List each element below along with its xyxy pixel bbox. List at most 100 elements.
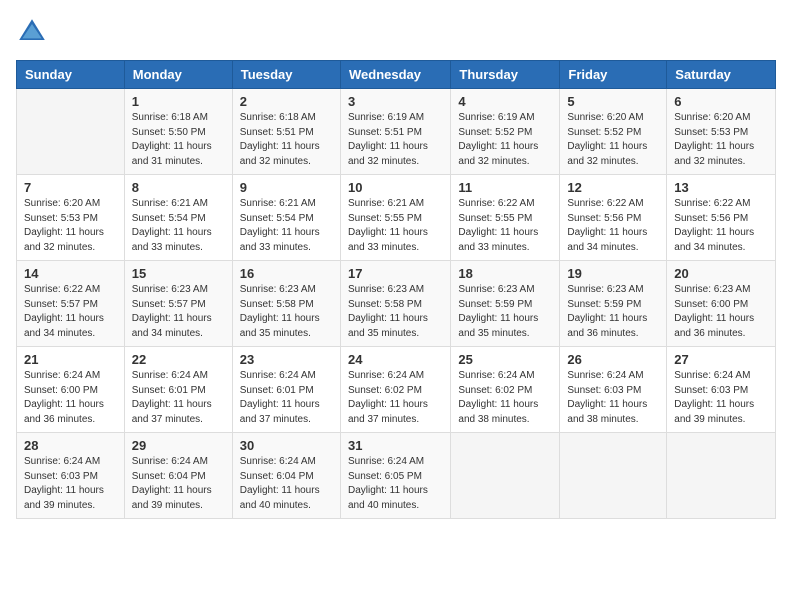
calendar-cell: 17 Sunrise: 6:23 AMSunset: 5:58 PMDayligh… <box>340 261 450 347</box>
day-number: 1 <box>132 94 225 109</box>
day-info: Sunrise: 6:23 AMSunset: 5:59 PMDaylight:… <box>458 283 552 341</box>
calendar-cell: 21 Sunrise: 6:24 AMSunset: 6:00 PMDayligh… <box>17 347 125 433</box>
calendar-cell: 28 Sunrise: 6:24 AMSunset: 6:03 PMDayligh… <box>17 433 125 519</box>
calendar-cell: 24Sunrise: 6:24 AMSunset: 6:02 PMDayligh… <box>340 347 450 433</box>
calendar-week-row: 21 Sunrise: 6:24 AMSunset: 6:00 PMDayligh… <box>17 347 776 433</box>
day-info: Sunrise: 6:24 AMSunset: 6:01 PMDaylight:… <box>240 369 333 427</box>
page-header <box>16 16 776 48</box>
calendar-cell: 13 Sunrise: 6:22 AMSunset: 5:56 PMDayligh… <box>667 175 776 261</box>
day-number: 14 <box>24 266 117 281</box>
calendar-week-row: 14 Sunrise: 6:22 AMSunset: 5:57 PMDayligh… <box>17 261 776 347</box>
day-info: Sunrise: 6:19 AMSunset: 5:51 PMDaylight:… <box>348 111 443 169</box>
calendar-cell <box>451 433 560 519</box>
day-info: Sunrise: 6:22 AMSunset: 5:56 PMDaylight:… <box>567 197 659 255</box>
day-number: 4 <box>458 94 552 109</box>
calendar-cell: 3 Sunrise: 6:19 AMSunset: 5:51 PMDaylight… <box>340 89 450 175</box>
day-info: Sunrise: 6:23 AMSunset: 5:59 PMDaylight:… <box>567 283 659 341</box>
day-info: Sunrise: 6:23 AMSunset: 5:58 PMDaylight:… <box>348 283 443 341</box>
logo-icon <box>16 16 48 48</box>
day-info: Sunrise: 6:21 AMSunset: 5:54 PMDaylight:… <box>132 197 225 255</box>
day-info: Sunrise: 6:18 AMSunset: 5:50 PMDaylight:… <box>132 111 225 169</box>
calendar-week-row: 28 Sunrise: 6:24 AMSunset: 6:03 PMDayligh… <box>17 433 776 519</box>
day-info: Sunrise: 6:22 AMSunset: 5:56 PMDaylight:… <box>674 197 768 255</box>
calendar-cell: 27 Sunrise: 6:24 AMSunset: 6:03 PMDayligh… <box>667 347 776 433</box>
calendar-cell: 14 Sunrise: 6:22 AMSunset: 5:57 PMDayligh… <box>17 261 125 347</box>
day-number: 24 <box>348 352 443 367</box>
day-info: Sunrise: 6:24 AMSunset: 6:03 PMDaylight:… <box>567 369 659 427</box>
calendar-cell: 15Sunrise: 6:23 AMSunset: 5:57 PMDayligh… <box>124 261 232 347</box>
calendar-cell: 8 Sunrise: 6:21 AMSunset: 5:54 PMDaylight… <box>124 175 232 261</box>
calendar-cell: 22 Sunrise: 6:24 AMSunset: 6:01 PMDayligh… <box>124 347 232 433</box>
calendar-week-row: 7Sunrise: 6:20 AMSunset: 5:53 PMDaylight… <box>17 175 776 261</box>
day-info: Sunrise: 6:18 AMSunset: 5:51 PMDaylight:… <box>240 111 333 169</box>
calendar-cell: 18 Sunrise: 6:23 AMSunset: 5:59 PMDayligh… <box>451 261 560 347</box>
day-info: Sunrise: 6:24 AMSunset: 6:03 PMDaylight:… <box>24 455 117 513</box>
column-header-saturday: Saturday <box>667 61 776 89</box>
day-number: 22 <box>132 352 225 367</box>
calendar-cell: 7Sunrise: 6:20 AMSunset: 5:53 PMDaylight… <box>17 175 125 261</box>
day-number: 30 <box>240 438 333 453</box>
calendar-cell: 19 Sunrise: 6:23 AMSunset: 5:59 PMDayligh… <box>560 261 667 347</box>
calendar-cell: 9Sunrise: 6:21 AMSunset: 5:54 PMDaylight… <box>232 175 340 261</box>
day-number: 10 <box>348 180 443 195</box>
calendar-cell: 25 Sunrise: 6:24 AMSunset: 6:02 PMDayligh… <box>451 347 560 433</box>
day-info: Sunrise: 6:24 AMSunset: 6:00 PMDaylight:… <box>24 369 117 427</box>
calendar-cell: 2 Sunrise: 6:18 AMSunset: 5:51 PMDaylight… <box>232 89 340 175</box>
calendar-cell: 26Sunrise: 6:24 AMSunset: 6:03 PMDayligh… <box>560 347 667 433</box>
calendar-cell: 31 Sunrise: 6:24 AMSunset: 6:05 PMDayligh… <box>340 433 450 519</box>
calendar-cell: 6 Sunrise: 6:20 AMSunset: 5:53 PMDaylight… <box>667 89 776 175</box>
column-header-friday: Friday <box>560 61 667 89</box>
calendar-cell: 30 Sunrise: 6:24 AMSunset: 6:04 PMDayligh… <box>232 433 340 519</box>
calendar-cell: 12 Sunrise: 6:22 AMSunset: 5:56 PMDayligh… <box>560 175 667 261</box>
day-number: 19 <box>567 266 659 281</box>
day-number: 8 <box>132 180 225 195</box>
calendar-cell: 11Sunrise: 6:22 AMSunset: 5:55 PMDayligh… <box>451 175 560 261</box>
day-info: Sunrise: 6:24 AMSunset: 6:01 PMDaylight:… <box>132 369 225 427</box>
day-info: Sunrise: 6:24 AMSunset: 6:05 PMDaylight:… <box>348 455 443 513</box>
day-number: 13 <box>674 180 768 195</box>
calendar-cell: 4Sunrise: 6:19 AMSunset: 5:52 PMDaylight… <box>451 89 560 175</box>
column-header-tuesday: Tuesday <box>232 61 340 89</box>
calendar-cell: 29 Sunrise: 6:24 AMSunset: 6:04 PMDayligh… <box>124 433 232 519</box>
day-info: Sunrise: 6:20 AMSunset: 5:53 PMDaylight:… <box>674 111 768 169</box>
calendar-cell: 16Sunrise: 6:23 AMSunset: 5:58 PMDayligh… <box>232 261 340 347</box>
day-number: 6 <box>674 94 768 109</box>
day-info: Sunrise: 6:22 AMSunset: 5:57 PMDaylight:… <box>24 283 117 341</box>
day-info: Sunrise: 6:20 AMSunset: 5:52 PMDaylight:… <box>567 111 659 169</box>
day-info: Sunrise: 6:24 AMSunset: 6:02 PMDaylight:… <box>458 369 552 427</box>
day-number: 27 <box>674 352 768 367</box>
day-number: 23 <box>240 352 333 367</box>
calendar-cell: 23 Sunrise: 6:24 AMSunset: 6:01 PMDayligh… <box>232 347 340 433</box>
day-number: 11 <box>458 180 552 195</box>
day-info: Sunrise: 6:20 AMSunset: 5:53 PMDaylight:… <box>24 197 117 255</box>
column-header-monday: Monday <box>124 61 232 89</box>
day-number: 5 <box>567 94 659 109</box>
day-number: 29 <box>132 438 225 453</box>
column-header-thursday: Thursday <box>451 61 560 89</box>
day-info: Sunrise: 6:21 AMSunset: 5:55 PMDaylight:… <box>348 197 443 255</box>
day-number: 18 <box>458 266 552 281</box>
day-info: Sunrise: 6:24 AMSunset: 6:04 PMDaylight:… <box>240 455 333 513</box>
day-info: Sunrise: 6:23 AMSunset: 6:00 PMDaylight:… <box>674 283 768 341</box>
calendar-header-row: SundayMondayTuesdayWednesdayThursdayFrid… <box>17 61 776 89</box>
column-header-wednesday: Wednesday <box>340 61 450 89</box>
calendar-table: SundayMondayTuesdayWednesdayThursdayFrid… <box>16 60 776 519</box>
day-info: Sunrise: 6:23 AMSunset: 5:57 PMDaylight:… <box>132 283 225 341</box>
calendar-cell <box>667 433 776 519</box>
day-number: 21 <box>24 352 117 367</box>
day-number: 2 <box>240 94 333 109</box>
day-number: 9 <box>240 180 333 195</box>
day-number: 20 <box>674 266 768 281</box>
calendar-cell: 20 Sunrise: 6:23 AMSunset: 6:00 PMDayligh… <box>667 261 776 347</box>
day-info: Sunrise: 6:24 AMSunset: 6:04 PMDaylight:… <box>132 455 225 513</box>
calendar-cell <box>560 433 667 519</box>
day-number: 17 <box>348 266 443 281</box>
calendar-cell <box>17 89 125 175</box>
day-info: Sunrise: 6:24 AMSunset: 6:03 PMDaylight:… <box>674 369 768 427</box>
day-number: 28 <box>24 438 117 453</box>
day-info: Sunrise: 6:23 AMSunset: 5:58 PMDaylight:… <box>240 283 333 341</box>
day-number: 25 <box>458 352 552 367</box>
day-number: 3 <box>348 94 443 109</box>
day-number: 31 <box>348 438 443 453</box>
day-number: 12 <box>567 180 659 195</box>
